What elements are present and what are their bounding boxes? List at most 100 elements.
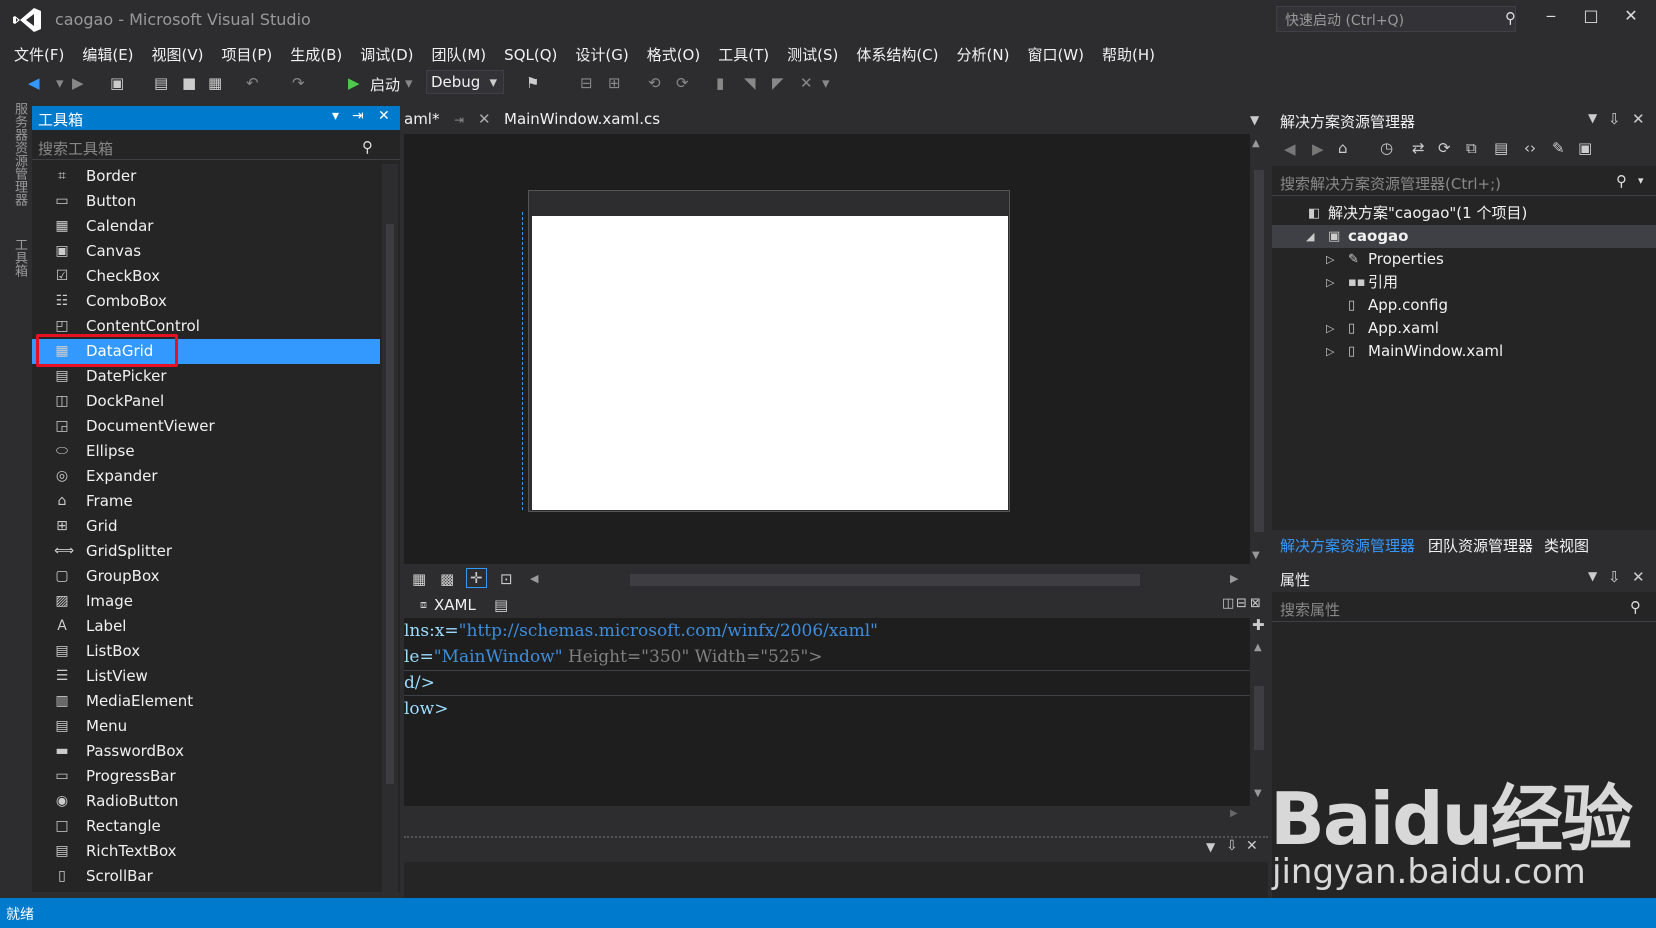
toolbox-item-combobox[interactable]: ☷ ComboBox — [32, 289, 380, 314]
toolbox-item-listbox[interactable]: ▤ ListBox — [32, 639, 380, 664]
menu-project[interactable]: 项目(P) — [216, 40, 279, 69]
tab-xaml[interactable]: XAML — [434, 596, 476, 614]
pin-icon[interactable]: ⇥ — [352, 108, 364, 124]
pin-icon[interactable]: ⇩ — [1226, 838, 1238, 854]
dropdown-arrow-icon[interactable]: ▾ — [332, 108, 339, 124]
scroll-down-icon[interactable]: ▼ — [1252, 550, 1260, 561]
start-dropdown-icon[interactable]: ▾ — [405, 74, 413, 92]
new-project-icon[interactable]: ▣ — [110, 74, 124, 92]
toolbox-item-passwordbox[interactable]: ▬ PasswordBox — [32, 739, 380, 764]
forward-icon[interactable]: ▶ — [1312, 140, 1324, 158]
solution-tree-item[interactable]: ▷ ▯ App.xaml — [1272, 317, 1656, 340]
solution-tree-item[interactable]: ▯ App.config — [1272, 294, 1656, 317]
menu-test[interactable]: 测试(S) — [781, 40, 844, 69]
solution-config-select[interactable]: Debug ▾ — [426, 70, 504, 94]
undo-icon[interactable]: ↶ — [246, 74, 259, 92]
search-icon[interactable]: ⚲ — [1505, 9, 1516, 27]
scroll-up-icon[interactable]: ▲ — [1252, 138, 1260, 149]
vertical-split-icon[interactable]: ◫ — [1222, 596, 1234, 611]
dropdown-arrow-icon[interactable]: ▼ — [1588, 569, 1597, 583]
menu-help[interactable]: 帮助(H) — [1096, 40, 1161, 69]
tab-mainwindow-xaml-cs[interactable]: MainWindow.xaml.cs — [504, 110, 660, 128]
tab-class-view[interactable]: 类视图 — [1544, 535, 1589, 556]
save-icon[interactable]: ■ — [182, 74, 196, 92]
close-icon[interactable]: ✕ — [1632, 110, 1645, 128]
menu-design[interactable]: 设计(G) — [569, 40, 634, 69]
snap-to-lines-icon[interactable]: ✛ — [466, 568, 487, 588]
designer-vertical-thumb[interactable] — [1254, 170, 1264, 532]
quick-launch-input[interactable]: 快速启动 (Ctrl+Q) — [1276, 6, 1516, 32]
collapse-all-icon[interactable]: ⧉ — [1466, 139, 1477, 157]
toolbox-item-dockpanel[interactable]: ◫ DockPanel — [32, 389, 380, 414]
close-icon[interactable]: ✕ — [1246, 838, 1258, 854]
dropdown-arrow-icon[interactable]: ▾ — [56, 74, 64, 92]
menu-sql[interactable]: SQL(Q) — [498, 42, 563, 68]
toolbox-item-button[interactable]: ▭ Button — [32, 189, 380, 214]
collapsed-arrow-icon[interactable]: ▷ — [1326, 317, 1334, 340]
scroll-right-icon[interactable]: ▶ — [1230, 572, 1238, 585]
swap-panes-icon[interactable]: ⧈ — [420, 598, 427, 612]
menu-team[interactable]: 团队(M) — [426, 40, 493, 69]
search-icon[interactable]: ⚲ — [1630, 598, 1641, 616]
open-file-icon[interactable]: ▤ — [154, 74, 168, 92]
clear-bookmark-icon[interactable]: ✕ — [800, 74, 813, 92]
designer-window-content[interactable] — [532, 216, 1008, 510]
toolbox-item-border[interactable]: ⌗ Border — [32, 164, 380, 189]
close-icon[interactable]: ✕ — [378, 108, 390, 124]
preview-icon[interactable]: ▣ — [1578, 139, 1592, 157]
forward-icon[interactable]: ▶ — [72, 74, 84, 92]
tab-overflow-icon[interactable]: ▼ — [1250, 113, 1259, 127]
search-options-icon[interactable]: ▾ — [1638, 174, 1644, 187]
prev-bookmark-icon[interactable]: ◥ — [744, 74, 756, 92]
menu-debug[interactable]: 调试(D) — [354, 40, 419, 69]
toolbox-item-ellipse[interactable]: ⬭ Ellipse — [32, 439, 380, 464]
collapsed-arrow-icon[interactable]: ▷ — [1326, 271, 1334, 294]
toolbox-scroll-thumb[interactable] — [386, 224, 394, 784]
horizontal-split-icon[interactable]: ⊟ — [1236, 596, 1247, 611]
scroll-right-icon[interactable]: ▶ — [1230, 808, 1238, 819]
toolbox-item-mediaelement[interactable]: ▥ MediaElement — [32, 689, 380, 714]
toolbox-item-progressbar[interactable]: ▭ ProgressBar — [32, 764, 380, 789]
toolbox-item-radiobutton[interactable]: ◉ RadioButton — [32, 789, 380, 814]
back-icon[interactable]: ◀ — [28, 74, 40, 92]
tab-solution-explorer[interactable]: 解决方案资源管理器 — [1280, 535, 1415, 556]
toolbox-item-groupbox[interactable]: ▢ GroupBox — [32, 564, 380, 589]
server-explorer-tab[interactable]: 服务器资源管理器 — [10, 102, 29, 206]
collapse-pane-icon[interactable]: ▤ — [494, 596, 508, 614]
next-bookmark-icon[interactable]: ◤ — [772, 74, 784, 92]
sync-icon[interactable]: ⇄ — [1412, 139, 1425, 157]
solution-tree-item[interactable]: ◧ 解决方案"caogao"(1 个项目) — [1272, 202, 1656, 225]
tab-mainwindow-xaml[interactable]: aml* — [404, 110, 439, 128]
xaml-code-line[interactable]: low> — [404, 696, 448, 722]
pending-changes-icon[interactable]: ◷ — [1380, 139, 1393, 157]
toolbox-item-gridsplitter[interactable]: ⟺ GridSplitter — [32, 539, 380, 564]
back-icon[interactable]: ◀ — [1284, 140, 1296, 158]
expanded-arrow-icon[interactable]: ◢ — [1306, 225, 1314, 248]
show-grid-icon[interactable]: ▦ — [412, 570, 426, 588]
minimize-button[interactable]: ‒ — [1534, 6, 1568, 32]
tab-team-explorer[interactable]: 团队资源管理器 — [1428, 535, 1533, 556]
toolbox-item-scrollbar[interactable]: ▯ ScrollBar — [32, 864, 380, 889]
redo-icon[interactable]: ↷ — [292, 74, 305, 92]
menu-view[interactable]: 视图(V) — [146, 40, 210, 69]
view-code-icon[interactable]: ‹› — [1524, 139, 1536, 157]
toolbox-item-calendar[interactable]: ▦ Calendar — [32, 214, 380, 239]
distribute-icon[interactable]: ⊞ — [608, 74, 621, 92]
uncomment-icon[interactable]: ⟳ — [676, 74, 689, 92]
find-icon[interactable]: ⚑ — [526, 74, 539, 92]
toolbox-item-canvas[interactable]: ▣ Canvas — [32, 239, 380, 264]
close-icon[interactable]: ✕ — [1632, 568, 1645, 586]
collapsed-arrow-icon[interactable]: ▷ — [1326, 340, 1334, 363]
xaml-code-line[interactable]: d/> — [404, 670, 435, 696]
pin-icon[interactable]: ⇥ — [454, 113, 464, 127]
menu-architecture[interactable]: 体系结构(C) — [850, 40, 944, 69]
start-button[interactable]: 启动 — [370, 74, 400, 95]
toolbox-item-label[interactable]: A Label — [32, 614, 380, 639]
scroll-up-icon[interactable]: ▲ — [1254, 642, 1262, 653]
menu-format[interactable]: 格式(O) — [641, 40, 707, 69]
maximize-button[interactable]: □ — [1574, 6, 1608, 32]
bookmark-icon[interactable]: ▮ — [716, 74, 724, 92]
search-icon[interactable]: ⚲ — [1616, 172, 1627, 190]
xaml-scroll-thumb[interactable] — [1254, 686, 1264, 750]
comment-icon[interactable]: ⟲ — [648, 74, 661, 92]
